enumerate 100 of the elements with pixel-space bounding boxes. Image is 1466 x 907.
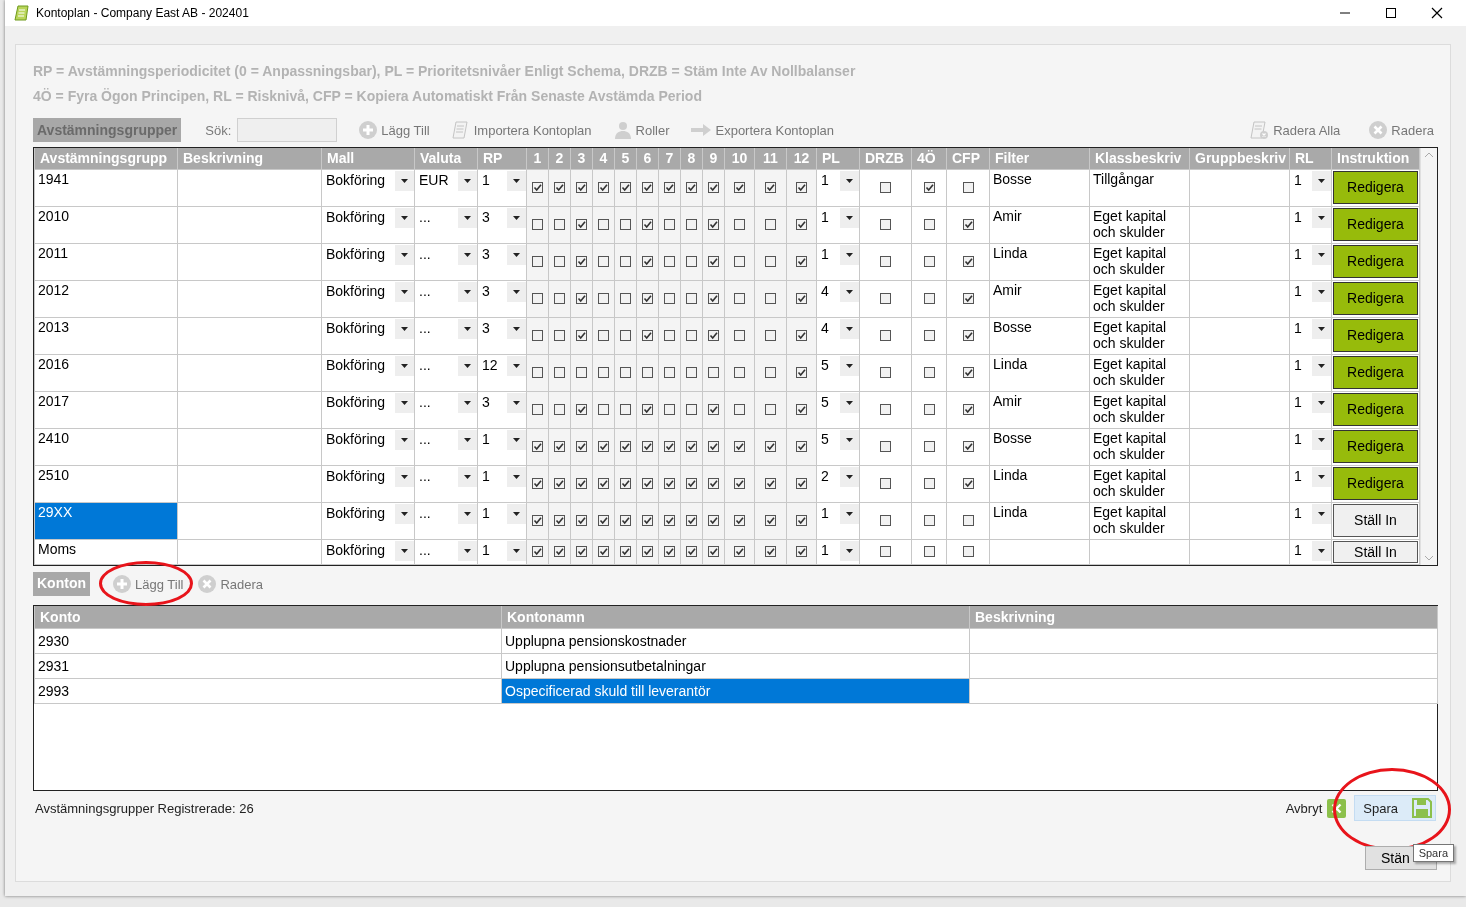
checkbox[interactable]: [664, 441, 675, 453]
checkbox[interactable]: [796, 330, 807, 342]
table-cell[interactable]: 2012: [34, 280, 178, 318]
table-cell[interactable]: 2010: [34, 206, 178, 244]
table-cell[interactable]: 29XX: [34, 502, 178, 540]
checkbox[interactable]: [923, 478, 935, 490]
checkbox[interactable]: [664, 515, 675, 527]
table-cell[interactable]: 2931: [34, 653, 502, 678]
checkbox[interactable]: [642, 441, 653, 453]
save-button[interactable]: Spara: [1354, 795, 1436, 821]
checkbox[interactable]: [708, 367, 719, 379]
checkbox[interactable]: [598, 441, 609, 453]
checkbox[interactable]: [598, 546, 609, 558]
checkbox[interactable]: [620, 546, 631, 558]
checkbox[interactable]: [880, 367, 891, 379]
import-button[interactable]: Importera Kontoplan: [450, 120, 592, 140]
checkbox[interactable]: [554, 441, 565, 453]
checkbox[interactable]: [620, 330, 631, 342]
checkbox[interactable]: [765, 546, 776, 558]
checkbox[interactable]: [620, 515, 631, 527]
checkbox[interactable]: [880, 515, 891, 527]
checkbox[interactable]: [686, 404, 697, 416]
checkbox[interactable]: [796, 219, 807, 231]
checkbox[interactable]: [664, 293, 675, 305]
set-button[interactable]: Ställ In: [1333, 540, 1418, 563]
checkbox[interactable]: [880, 293, 891, 305]
checkbox[interactable]: [686, 330, 697, 342]
checkbox[interactable]: [734, 441, 745, 453]
checkbox[interactable]: [796, 546, 807, 558]
checkbox[interactable]: [686, 478, 697, 490]
checkbox[interactable]: [734, 546, 745, 558]
table-cell[interactable]: 2017: [34, 391, 178, 429]
checkbox[interactable]: [796, 441, 807, 453]
checkbox[interactable]: [664, 219, 675, 231]
checkbox[interactable]: [598, 404, 609, 416]
checkbox[interactable]: [620, 256, 631, 268]
export-button[interactable]: Exportera Kontoplan: [690, 120, 834, 140]
checkbox[interactable]: [923, 330, 935, 342]
checkbox[interactable]: [796, 182, 807, 194]
checkbox[interactable]: [796, 256, 807, 268]
table-cell[interactable]: 2016: [34, 354, 178, 392]
checkbox[interactable]: [598, 256, 609, 268]
checkbox[interactable]: [554, 330, 565, 342]
table-cell[interactable]: 2930: [34, 628, 502, 653]
checkbox[interactable]: [765, 219, 776, 231]
checkbox[interactable]: [708, 182, 719, 194]
checkbox[interactable]: [765, 367, 776, 379]
checkbox[interactable]: [686, 441, 697, 453]
checkbox[interactable]: [734, 256, 745, 268]
checkbox[interactable]: [880, 404, 891, 416]
checkbox[interactable]: [734, 404, 745, 416]
table-cell[interactable]: 2510: [34, 465, 178, 503]
checkbox[interactable]: [765, 182, 776, 194]
checkbox[interactable]: [598, 367, 609, 379]
table-cell[interactable]: Upplupna pensionskostnader: [501, 628, 970, 653]
checkbox[interactable]: [765, 404, 776, 416]
table-cell[interactable]: 2011: [34, 243, 178, 281]
checkbox[interactable]: [532, 404, 543, 416]
checkbox[interactable]: [962, 293, 974, 305]
add-button[interactable]: Lägg Till: [112, 574, 184, 594]
checkbox[interactable]: [642, 256, 653, 268]
checkbox[interactable]: [734, 478, 745, 490]
checkbox[interactable]: [962, 182, 974, 194]
checkbox[interactable]: [532, 330, 543, 342]
table-cell[interactable]: 2993: [34, 678, 502, 703]
checkbox[interactable]: [962, 330, 974, 342]
table-cell[interactable]: Ospecificerad skuld till leverantör: [501, 678, 970, 703]
scrollbar[interactable]: [1420, 148, 1437, 565]
table-cell[interactable]: 2410: [34, 428, 178, 466]
edit-button[interactable]: Redigera: [1333, 318, 1418, 352]
edit-button[interactable]: Redigera: [1333, 207, 1418, 241]
checkbox[interactable]: [686, 515, 697, 527]
checkbox[interactable]: [642, 182, 653, 194]
checkbox[interactable]: [923, 404, 935, 416]
checkbox[interactable]: [708, 441, 719, 453]
checkbox[interactable]: [923, 441, 935, 453]
delete-button[interactable]: Radera: [1368, 120, 1434, 140]
checkbox[interactable]: [554, 404, 565, 416]
checkbox[interactable]: [734, 367, 745, 379]
checkbox[interactable]: [642, 546, 653, 558]
checkbox[interactable]: [880, 219, 891, 231]
edit-button[interactable]: Redigera: [1333, 281, 1418, 315]
checkbox[interactable]: [532, 256, 543, 268]
checkbox[interactable]: [598, 293, 609, 305]
roles-button[interactable]: Roller: [612, 120, 670, 140]
checkbox[interactable]: [620, 219, 631, 231]
checkbox[interactable]: [532, 219, 543, 231]
checkbox[interactable]: [686, 219, 697, 231]
checkbox[interactable]: [880, 256, 891, 268]
checkbox[interactable]: [664, 367, 675, 379]
checkbox[interactable]: [532, 367, 543, 379]
edit-button[interactable]: Redigera: [1333, 392, 1418, 426]
checkbox[interactable]: [962, 219, 974, 231]
checkbox[interactable]: [576, 515, 587, 527]
checkbox[interactable]: [620, 367, 631, 379]
checkbox[interactable]: [642, 219, 653, 231]
checkbox[interactable]: [598, 515, 609, 527]
checkbox[interactable]: [576, 367, 587, 379]
checkbox[interactable]: [962, 441, 974, 453]
checkbox[interactable]: [765, 441, 776, 453]
